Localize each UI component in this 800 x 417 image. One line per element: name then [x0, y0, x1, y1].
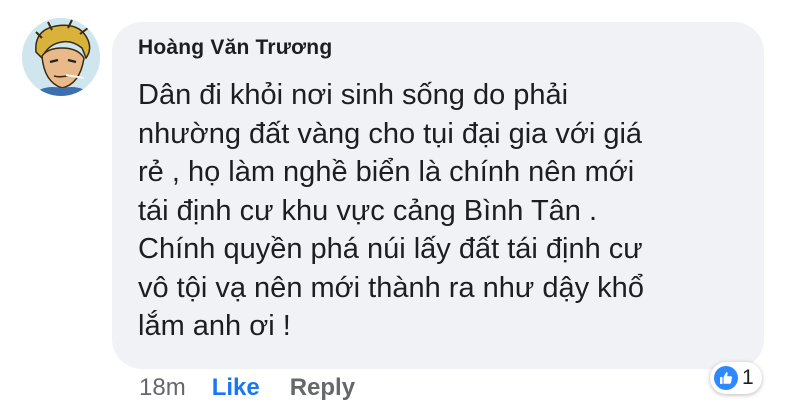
avatar-image	[22, 18, 100, 96]
comment-item: Hoàng Văn Trương Dân đi khỏi nơi sinh số…	[0, 0, 800, 417]
timestamp[interactable]: 18m	[139, 374, 186, 402]
comment-line: rẻ , họ làm nghề biển là chính nên mới	[138, 156, 635, 188]
reaction-count: 1	[742, 366, 754, 389]
thumbs-up-icon	[714, 366, 738, 390]
comment-line: Dân đi khỏi nơi sinh sống do phải	[138, 79, 569, 111]
comment-line: nhường đất vàng cho tụi đại gia với giá	[138, 117, 643, 150]
avatar[interactable]	[22, 18, 100, 96]
comment-actions: 18m Like Reply	[139, 374, 355, 402]
comment-line: tái định cư khu vực cảng Bình Tân .	[138, 194, 598, 227]
comment-line: Chính quyền phá núi lấy đất tái định cư	[138, 233, 643, 265]
comment-line: vô tội vạ nên mới thành ra như dậy khổ	[138, 271, 644, 304]
reply-button[interactable]: Reply	[290, 374, 355, 402]
comment-bubble: Hoàng Văn Trương Dân đi khỏi nơi sinh số…	[112, 22, 764, 369]
author-name[interactable]: Hoàng Văn Trương	[138, 36, 332, 60]
comment-line: lắm anh ơi !	[138, 310, 291, 342]
like-button[interactable]: Like	[212, 374, 260, 402]
comment-text: Dân đi khỏi nơi sinh sống do phải nhường…	[138, 76, 748, 346]
reaction-summary[interactable]: 1	[710, 362, 762, 394]
